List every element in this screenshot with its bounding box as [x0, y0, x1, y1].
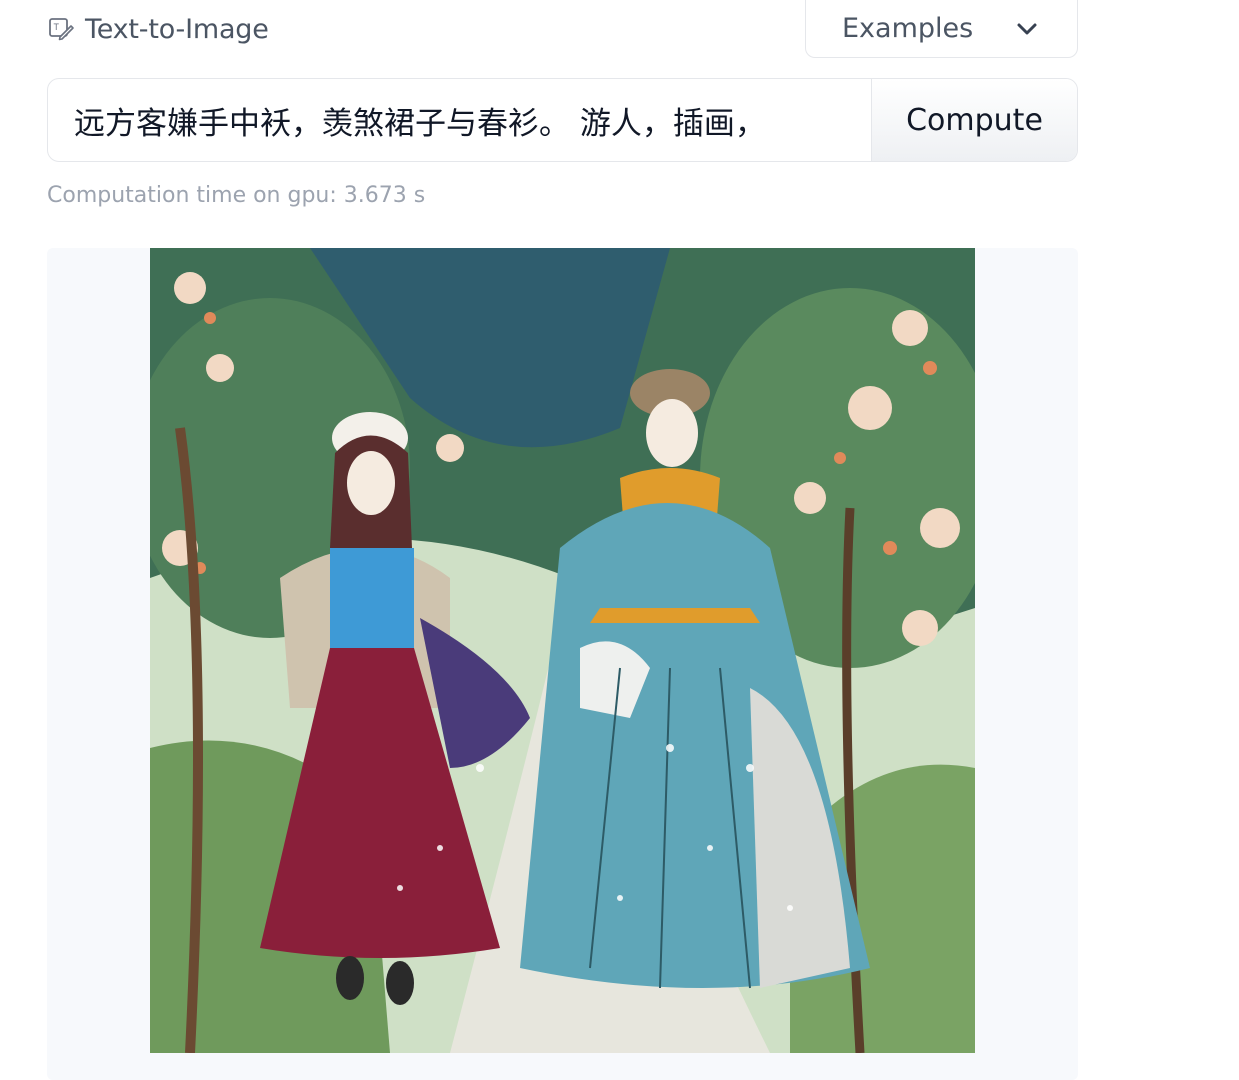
task-title: T Text-to-Image [47, 12, 269, 46]
svg-text:T: T [54, 22, 60, 32]
examples-label: Examples [842, 13, 974, 44]
compute-button[interactable]: Compute [871, 79, 1077, 161]
examples-dropdown[interactable]: Examples [805, 0, 1078, 58]
generated-image [150, 248, 975, 1053]
output-panel [47, 248, 1078, 1080]
prompt-input[interactable] [48, 79, 871, 161]
page: T Text-to-Image Examples Compute Computa… [0, 0, 1239, 1080]
chevron-down-icon [1013, 15, 1041, 43]
prompt-form: Compute [47, 78, 1078, 162]
widget-header: T Text-to-Image Examples [47, 0, 1078, 60]
computation-time: Computation time on gpu: 3.673 s [47, 183, 426, 208]
task-label: Text-to-Image [85, 13, 269, 45]
text-to-image-icon: T [47, 15, 75, 43]
